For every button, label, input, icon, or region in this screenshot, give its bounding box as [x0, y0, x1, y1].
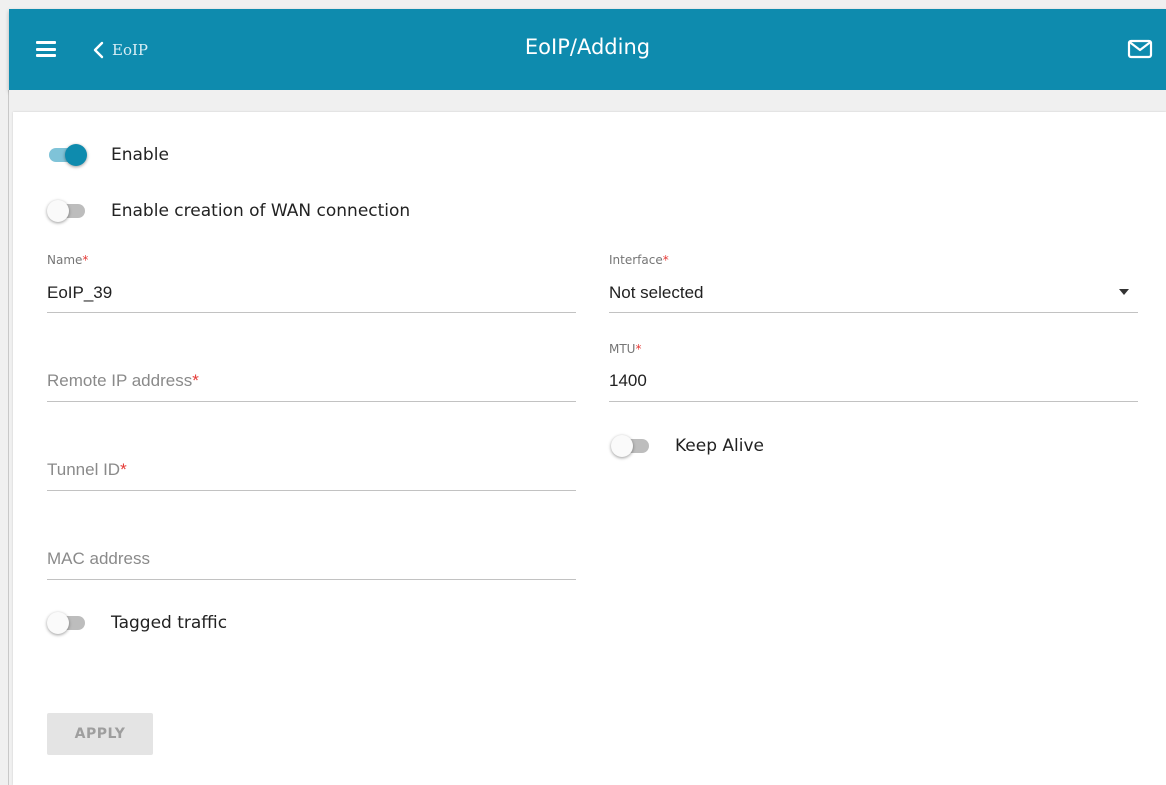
name-field[interactable]: Name* EoIP_39: [47, 250, 576, 313]
remote-ip-placeholder: Remote IP address*: [47, 371, 199, 390]
tunnel-id-placeholder: Tunnel ID*: [47, 460, 127, 479]
interface-field-label: Interface*: [609, 253, 669, 267]
mtu-value[interactable]: 1400: [609, 371, 647, 391]
chevron-down-icon[interactable]: [1119, 289, 1129, 295]
page-title: EoIP/Adding: [524, 35, 651, 59]
name-value[interactable]: EoIP_39: [47, 283, 112, 303]
apply-button[interactable]: APPLY: [47, 713, 153, 755]
interface-select[interactable]: Interface* Not selected: [609, 250, 1138, 313]
interface-value[interactable]: Not selected: [609, 283, 704, 303]
enable-switch[interactable]: [49, 144, 87, 166]
remote-ip-field[interactable]: Remote IP address*: [47, 340, 576, 402]
app-frame: EoIP EoIP/Adding Enable Enable creation …: [0, 0, 1166, 785]
wan-connection-switch[interactable]: [47, 200, 85, 222]
mail-icon[interactable]: [1127, 39, 1153, 59]
keep-alive-switch[interactable]: [611, 435, 649, 457]
mtu-field-label: MTU*: [609, 342, 642, 356]
name-field-label: Name*: [47, 253, 89, 267]
enable-toggle[interactable]: Enable: [49, 144, 169, 166]
mac-address-field[interactable]: MAC address: [47, 519, 576, 580]
frame-divider: [8, 90, 9, 785]
keep-alive-label: Keep Alive: [675, 436, 765, 456]
top-bar: EoIP EoIP/Adding: [9, 9, 1166, 90]
keep-alive-toggle[interactable]: Keep Alive: [611, 435, 765, 457]
mac-address-placeholder: MAC address: [47, 549, 150, 568]
wan-connection-label: Enable creation of WAN connection: [111, 201, 411, 221]
tagged-traffic-switch[interactable]: [47, 612, 85, 634]
enable-label: Enable: [111, 145, 169, 165]
header-spacer: [9, 90, 1166, 112]
mtu-field[interactable]: MTU* 1400: [609, 338, 1138, 402]
tagged-traffic-label: Tagged traffic: [111, 613, 228, 633]
tunnel-id-field[interactable]: Tunnel ID*: [47, 430, 576, 491]
tagged-traffic-toggle[interactable]: Tagged traffic: [47, 612, 228, 634]
wan-connection-toggle[interactable]: Enable creation of WAN connection: [47, 200, 411, 222]
